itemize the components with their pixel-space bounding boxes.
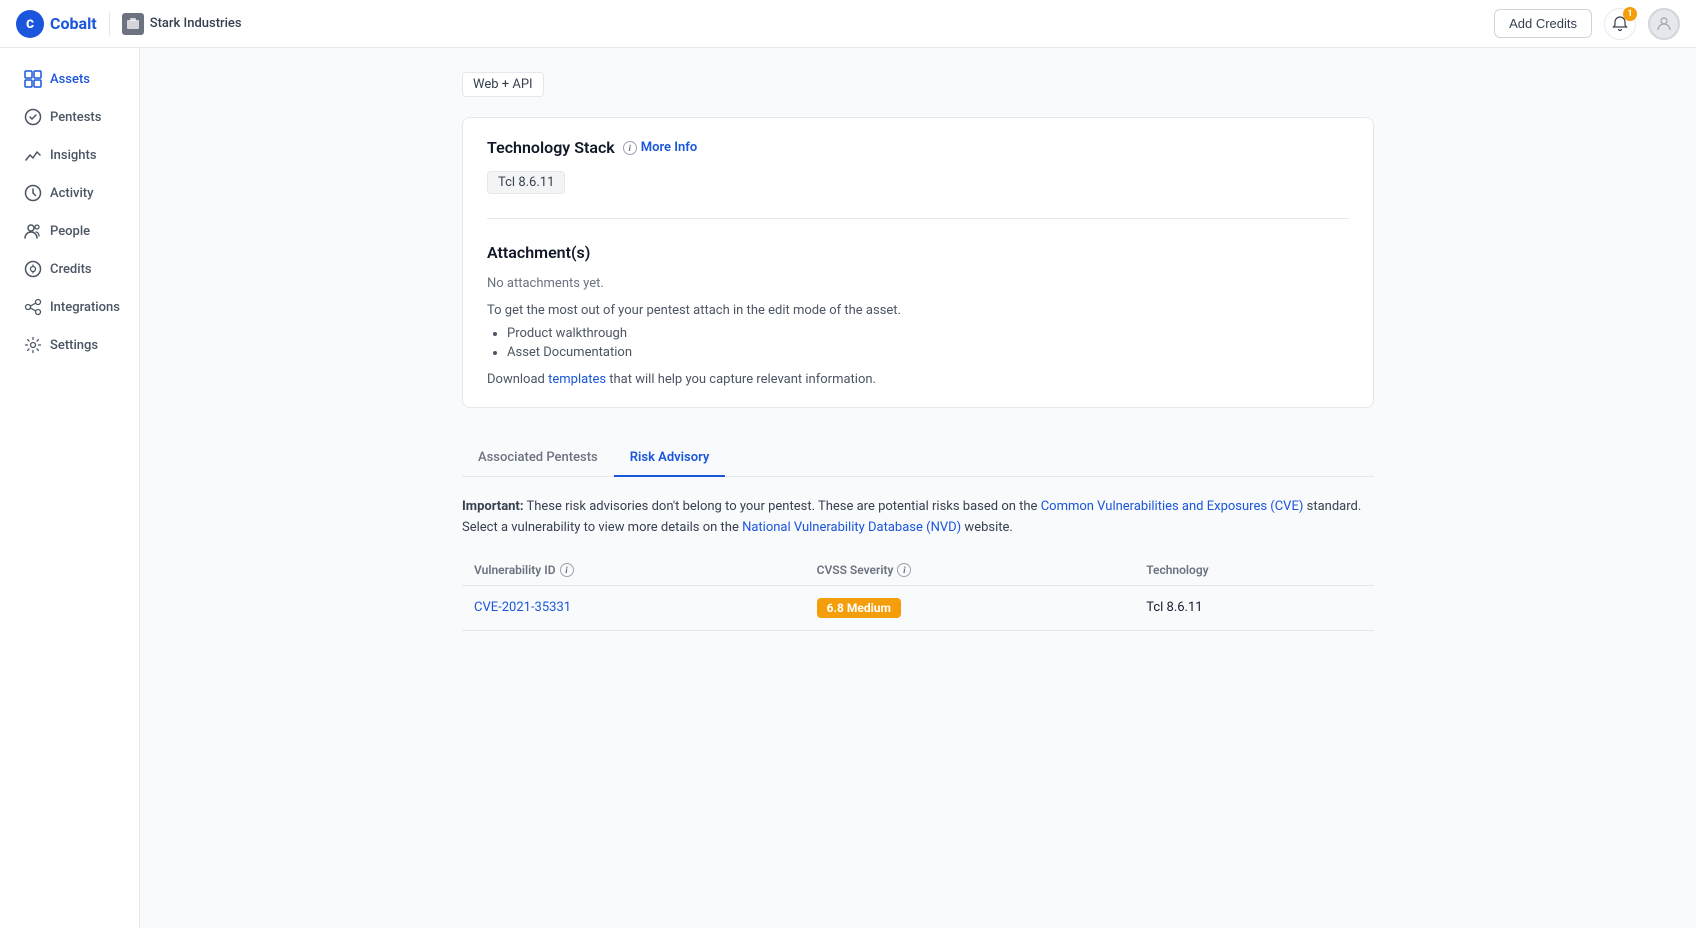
tab-associated-pentests[interactable]: Associated Pentests — [462, 440, 614, 477]
cve-link[interactable]: Common Vulnerabilities and Exposures (CV… — [1041, 499, 1304, 514]
main-content: Web + API Technology Stack i More Info T… — [140, 48, 1696, 928]
sidebar-item-settings[interactable]: Settings — [8, 327, 131, 363]
list-item: Asset Documentation — [507, 345, 1349, 360]
settings-icon — [24, 336, 42, 354]
sidebar-item-credits[interactable]: Credits — [8, 251, 131, 287]
cobalt-logo-text: Cobalt — [50, 14, 97, 33]
list-item: Product walkthrough — [507, 326, 1349, 341]
table-header: Vulnerability ID i CVSS Severity i — [462, 555, 1374, 586]
th-cvss-severity: CVSS Severity i — [805, 555, 1135, 586]
sidebar-label-activity: Activity — [50, 186, 94, 201]
attach-footer: Download templates that will help you ca… — [487, 372, 1349, 387]
topnav-left: C Cobalt Stark Industries — [16, 10, 242, 38]
insights-icon — [24, 146, 42, 164]
table-row: CVE-2021-35331 6.8 Medium Tcl 8.6.11 — [462, 585, 1374, 630]
cobalt-logo-icon: C — [16, 10, 44, 38]
info-circle-icon: i — [623, 141, 637, 155]
attach-list: Product walkthrough Asset Documentation — [487, 326, 1349, 360]
sidebar-item-people[interactable]: People — [8, 213, 131, 249]
cobalt-logo: C Cobalt — [16, 10, 97, 38]
th-technology: Technology — [1134, 555, 1374, 586]
sidebar-label-settings: Settings — [50, 338, 98, 353]
sidebar-label-insights: Insights — [50, 148, 97, 163]
attachments-title: Attachment(s) — [487, 243, 1349, 262]
company-badge[interactable]: Stark Industries — [122, 13, 242, 35]
risk-advisory-content: Important: These risk advisories don't b… — [462, 477, 1374, 651]
severity-cell: 6.8 Medium — [805, 585, 1135, 630]
vulnerability-table: Vulnerability ID i CVSS Severity i — [462, 555, 1374, 631]
sidebar-label-credits: Credits — [50, 262, 92, 277]
add-credits-button[interactable]: Add Credits — [1494, 9, 1592, 38]
app-layout: Assets Pentests Insights Activity — [0, 48, 1696, 928]
assets-icon — [24, 70, 42, 88]
tech-tag: Tcl 8.6.11 — [487, 171, 565, 194]
vuln-id-cell: CVE-2021-35331 — [462, 585, 805, 630]
content-area: Web + API Technology Stack i More Info T… — [438, 48, 1398, 691]
sidebar-label-assets: Assets — [50, 72, 90, 87]
sidebar-label-people: People — [50, 224, 90, 239]
sidebar: Assets Pentests Insights Activity — [0, 48, 140, 928]
activity-icon — [24, 184, 42, 202]
vuln-id-info-icon[interactable]: i — [560, 563, 574, 577]
asset-details-card: Technology Stack i More Info Tcl 8.6.11 … — [462, 117, 1374, 408]
avatar-icon — [1656, 16, 1672, 32]
sidebar-label-pentests: Pentests — [50, 110, 101, 125]
tab-risk-advisory[interactable]: Risk Advisory — [614, 440, 726, 477]
sidebar-item-insights[interactable]: Insights — [8, 137, 131, 173]
sidebar-label-integrations: Integrations — [50, 300, 120, 315]
severity-info-icon[interactable]: i — [897, 563, 911, 577]
no-attachments-text: No attachments yet. — [487, 276, 1349, 291]
notifications-button[interactable]: 1 — [1604, 8, 1636, 40]
th-vulnerability-id: Vulnerability ID i — [462, 555, 805, 586]
nvd-link[interactable]: National Vulnerability Database (NVD) — [742, 520, 961, 535]
integrations-icon — [24, 298, 42, 316]
attachments-section: Attachment(s) No attachments yet. To get… — [487, 243, 1349, 387]
tech-stack-title: Technology Stack i More Info — [487, 138, 1349, 157]
asset-type-tag: Web + API — [462, 72, 544, 97]
nav-divider — [109, 12, 110, 36]
sidebar-item-pentests[interactable]: Pentests — [8, 99, 131, 135]
cve-id-link[interactable]: CVE-2021-35331 — [474, 600, 571, 615]
severity-badge: 6.8 Medium — [817, 598, 901, 618]
attach-description: To get the most out of your pentest atta… — [487, 303, 1349, 318]
templates-link[interactable]: templates — [548, 372, 606, 387]
technology-stack-section: Technology Stack i More Info Tcl 8.6.11 — [487, 138, 1349, 194]
technology-cell: Tcl 8.6.11 — [1134, 585, 1374, 630]
company-icon — [122, 13, 144, 35]
section-divider — [487, 218, 1349, 219]
important-bold: Important: — [462, 499, 524, 514]
topnav: C Cobalt Stark Industries Add Credits 1 — [0, 0, 1696, 48]
pentests-icon — [24, 108, 42, 126]
credits-icon — [24, 260, 42, 278]
company-name: Stark Industries — [150, 16, 242, 31]
user-avatar[interactable] — [1648, 8, 1680, 40]
more-info-link[interactable]: i More Info — [623, 140, 698, 155]
people-icon — [24, 222, 42, 240]
tabs-container: Associated Pentests Risk Advisory — [462, 440, 1374, 477]
sidebar-item-activity[interactable]: Activity — [8, 175, 131, 211]
topnav-right: Add Credits 1 — [1494, 8, 1680, 40]
sidebar-item-integrations[interactable]: Integrations — [8, 289, 131, 325]
notification-badge: 1 — [1623, 7, 1637, 21]
important-notice: Important: These risk advisories don't b… — [462, 497, 1374, 539]
table-body: CVE-2021-35331 6.8 Medium Tcl 8.6.11 — [462, 585, 1374, 630]
sidebar-item-assets[interactable]: Assets — [8, 61, 131, 97]
